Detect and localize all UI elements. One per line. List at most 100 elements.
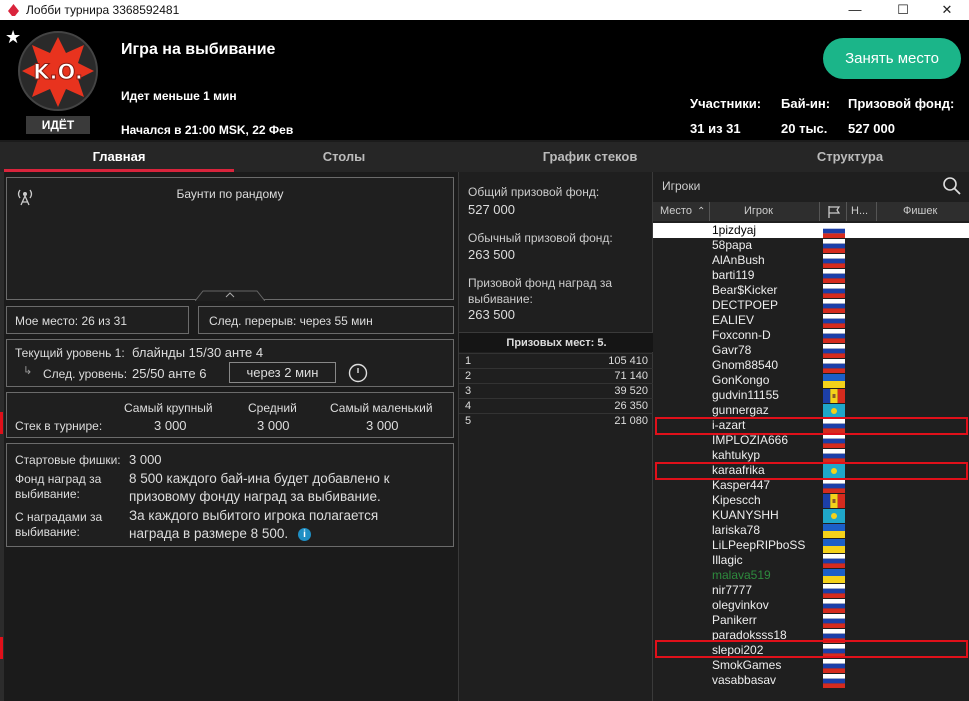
player-row[interactable]: nir7777	[653, 583, 969, 598]
player-row[interactable]: gudvin11155	[653, 388, 969, 403]
player-row[interactable]: EALIEV	[653, 313, 969, 328]
prize-places-header: Призовых мест: 5.	[459, 332, 654, 352]
player-row[interactable]: barti119	[653, 268, 969, 283]
player-row[interactable]: malava519	[653, 568, 969, 583]
player-row[interactable]: vasabbasav	[653, 673, 969, 688]
start-chips-value: 3 000	[129, 452, 162, 467]
player-row[interactable]: GonKongo	[653, 373, 969, 388]
prize-place: 4	[465, 400, 472, 412]
player-row[interactable]: kahtukyp	[653, 448, 969, 463]
next-break-panel: След. перерыв: через 55 мин	[198, 306, 454, 334]
player-name: 58papa	[712, 238, 753, 252]
country-flag-icon	[823, 524, 845, 538]
column-player[interactable]: Игрок	[744, 202, 773, 221]
take-seat-button[interactable]: Занять место	[823, 38, 961, 79]
column-chips[interactable]: Фишек	[903, 202, 937, 221]
regular-prize-value: 263 500	[468, 247, 515, 262]
country-flag-icon	[823, 239, 845, 253]
tab-main[interactable]: Главная	[4, 142, 234, 172]
player-row[interactable]: Kipescch	[653, 493, 969, 508]
status-badge: ИДЁТ	[26, 116, 90, 134]
total-prize-label: Общий призовой фонд:	[468, 185, 600, 199]
next-break: След. перерыв: через 55 мин	[209, 314, 373, 328]
country-flag-icon	[823, 359, 845, 373]
player-row[interactable]: LiLPeepRIPboSS	[653, 538, 969, 553]
player-row[interactable]: SmokGames	[653, 658, 969, 673]
tab-stack-chart[interactable]: График стеков	[480, 142, 700, 172]
player-row[interactable]: Gavr78	[653, 343, 969, 358]
player-name: Gnom88540	[712, 358, 779, 372]
maximize-button[interactable]: ☐	[880, 0, 926, 20]
player-row[interactable]: Gnom88540	[653, 358, 969, 373]
player-row[interactable]: olegvinkov	[653, 598, 969, 613]
country-flag-icon	[823, 449, 845, 463]
player-row[interactable]: 1pizdyaj	[653, 223, 969, 238]
prize-pool-label: Призовой фонд:	[848, 96, 955, 111]
player-row[interactable]: Illagic	[653, 553, 969, 568]
player-name: vasabbasav	[712, 673, 777, 687]
banner-panel: Баунти по рандому	[6, 177, 454, 301]
banner-title: Баунти по рандому	[176, 187, 284, 201]
player-row[interactable]: gunnergaz	[653, 403, 969, 418]
search-icon[interactable]	[942, 176, 962, 196]
player-row[interactable]: Bear$Kicker	[653, 283, 969, 298]
tournament-header: ★ K.O. ИДЁТ Игра на выбивание Идет меньш…	[0, 20, 969, 140]
largest-stack-value: 3 000	[154, 418, 187, 433]
country-flag-icon	[823, 314, 845, 328]
country-flag-icon	[823, 269, 845, 283]
bounty-pool-label-2: выбивание:	[15, 487, 80, 501]
window-title: Лобби турнира 3368592481	[26, 3, 180, 17]
player-row[interactable]: Panikerr	[653, 613, 969, 628]
collapse-handle-icon[interactable]	[195, 289, 265, 301]
player-row[interactable]: Kasper447	[653, 478, 969, 493]
players-label: Участники:	[690, 96, 762, 111]
player-row[interactable]: DECTPOEP	[653, 298, 969, 313]
country-flag-icon	[823, 374, 845, 388]
player-name: AlAnBush	[712, 253, 765, 267]
player-row[interactable]: KUANYSHH	[653, 508, 969, 523]
prize-place: 2	[465, 370, 472, 382]
column-divider	[876, 202, 877, 221]
prize-amount: 71 140	[614, 370, 648, 382]
player-name: lariska78	[712, 523, 761, 537]
highlight-marker	[655, 462, 968, 480]
country-flag-icon	[823, 674, 845, 688]
country-flag-icon	[823, 404, 845, 418]
country-flag-icon	[823, 659, 845, 673]
close-button[interactable]: ✕	[924, 0, 969, 20]
column-divider	[819, 202, 820, 221]
player-name: gudvin11155	[712, 388, 779, 402]
column-place[interactable]: Место	[660, 202, 692, 221]
my-place: Мое место: 26 из 31	[15, 314, 128, 328]
bounty-prize-label-2: выбивание:	[468, 292, 533, 306]
sort-asc-icon[interactable]: ⌃	[697, 202, 705, 221]
buyin-label: Бай-ин:	[781, 96, 831, 111]
my-place-panel: Мое место: 26 из 31	[6, 306, 189, 334]
player-row[interactable]: AlAnBush	[653, 253, 969, 268]
country-flag-icon	[823, 554, 845, 568]
smallest-stack-value: 3 000	[366, 418, 399, 433]
bounty-text: За каждого выбитого игрока полагается	[129, 508, 379, 523]
player-row[interactable]: 58papa	[653, 238, 969, 253]
clock-icon	[348, 363, 368, 383]
prize-row: 3 39 520	[459, 383, 654, 398]
player-name: malava519	[712, 568, 771, 582]
tab-structure[interactable]: Структура	[740, 142, 960, 172]
smallest-stack-label: Самый маленький	[330, 401, 433, 415]
column-n[interactable]: Н...	[851, 202, 868, 221]
bounty-prize-value: 263 500	[468, 307, 515, 322]
player-name: Kasper447	[712, 478, 771, 492]
largest-stack-label: Самый крупный	[124, 401, 213, 415]
player-name: Foxconn-D	[712, 328, 771, 342]
flag-column-icon[interactable]	[827, 205, 841, 219]
info-icon[interactable]: i	[298, 528, 311, 541]
tab-tables[interactable]: Столы	[234, 142, 454, 172]
current-level-label: Текущий уровень 1:	[15, 346, 125, 360]
player-row[interactable]: IMPLOZIA666	[653, 433, 969, 448]
minimize-button[interactable]: —	[832, 0, 878, 20]
player-row[interactable]: lariska78	[653, 523, 969, 538]
players-value: 31 из 31	[690, 121, 741, 136]
players-panel: Игроки Место ⌃ Игрок Н... Фишек 1pizdyaj…	[653, 172, 969, 701]
left-edge-strip	[0, 172, 4, 701]
player-row[interactable]: Foxconn-D	[653, 328, 969, 343]
